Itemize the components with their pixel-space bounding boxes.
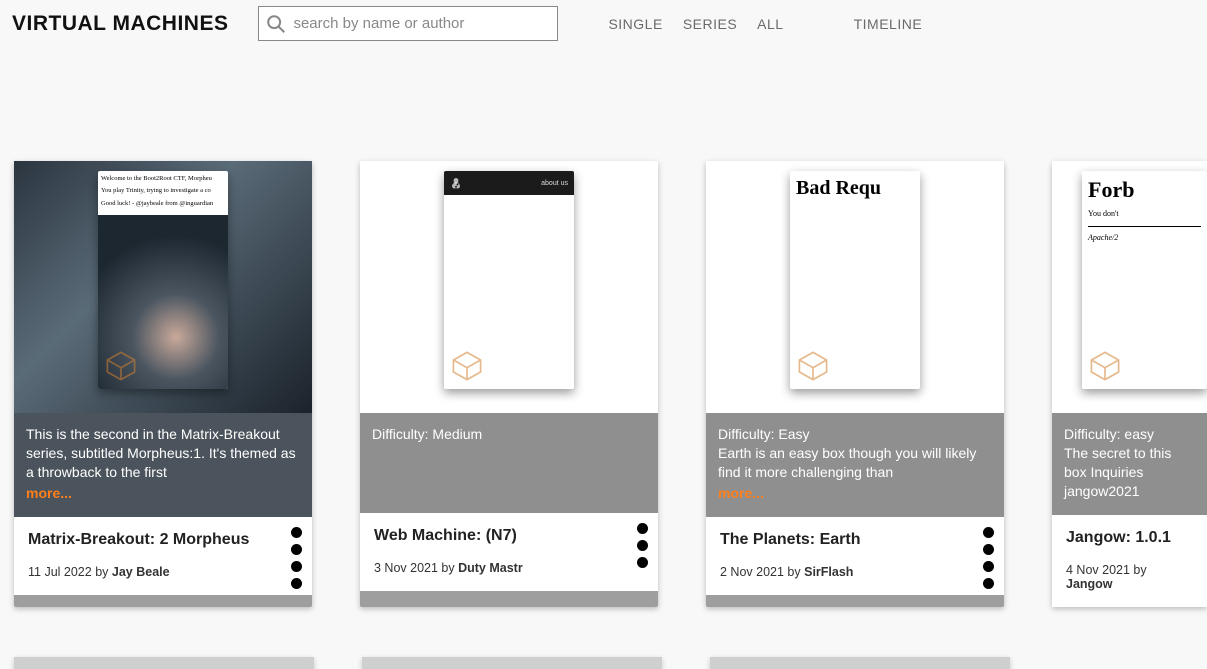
dot-icon [637, 557, 648, 568]
card-thumbnail: Forb You don't Apache/2 [1052, 161, 1207, 413]
card-description: Difficulty: Medium [360, 413, 658, 513]
vm-date: 3 Nov 2021 [374, 561, 438, 575]
inner-screenshot: Welcome to the Boot2Root CTF, Morpheu Yo… [98, 171, 228, 389]
difficulty-label: Difficulty: easy [1064, 426, 1154, 442]
difficulty-dots [983, 527, 994, 589]
nav-single[interactable]: SINGLE [608, 16, 662, 32]
inner-text-line: You play Trinity, trying to investigate … [98, 187, 228, 199]
search-box[interactable] [258, 6, 558, 41]
inner-nav-bar: about us [444, 171, 574, 195]
vm-author[interactable]: Duty Mastr [458, 561, 523, 575]
nav-series[interactable]: SERIES [683, 16, 737, 32]
card-thumbnail: about us [360, 161, 658, 413]
vm-author[interactable]: SirFlash [804, 565, 853, 579]
card-footer: Web Machine: (N7) 3 Nov 2021 by Duty Mas… [360, 513, 658, 591]
description-text: This is the second in the Matrix-Breakou… [26, 426, 296, 480]
inner-screenshot: about us [444, 171, 574, 389]
inner-subtext: You don't [1088, 209, 1201, 218]
inner-heading: Forb [1088, 177, 1201, 203]
dot-icon [983, 544, 994, 555]
header: VIRTUAL MACHINES SINGLE SERIES ALL TIMEL… [0, 0, 1207, 41]
dot-icon [983, 561, 994, 572]
vm-card-stub[interactable] [362, 657, 662, 669]
vm-date: 4 Nov 2021 [1066, 563, 1130, 577]
inner-screenshot: Forb You don't Apache/2 [1082, 171, 1207, 389]
card-grid: Welcome to the Boot2Root CTF, Morpheu Yo… [0, 41, 1207, 607]
dot-icon [291, 578, 302, 589]
dot-icon [291, 544, 302, 555]
vm-card[interactable]: about us Difficulty: Medium Web Machine:… [360, 161, 658, 607]
vm-meta: 2 Nov 2021 by SirFlash [720, 565, 990, 579]
page-title: VIRTUAL MACHINES [12, 12, 228, 36]
nav-timeline[interactable]: TIMELINE [854, 16, 923, 32]
search-icon [265, 13, 287, 35]
card-description: This is the second in the Matrix-Breakou… [14, 413, 312, 517]
vm-author[interactable]: Jay Beale [112, 565, 170, 579]
vulnhub-logo-icon [1088, 349, 1122, 383]
difficulty-label: Difficulty: Easy [718, 426, 810, 442]
difficulty-label: Difficulty: Medium [372, 426, 482, 442]
biohazard-icon [450, 177, 462, 189]
description-text: The secret to this box Inquiries jangow2… [1064, 445, 1171, 499]
vm-meta: 3 Nov 2021 by Duty Mastr [374, 561, 644, 575]
vm-card[interactable]: Bad Requ Difficulty: Easy Earth is an ea… [706, 161, 1004, 607]
card-thumbnail: Welcome to the Boot2Root CTF, Morpheu Yo… [14, 161, 312, 413]
more-link[interactable]: more... [26, 484, 72, 503]
vm-author[interactable]: Jangow [1066, 577, 1113, 591]
vm-title[interactable]: Web Machine: (N7) [374, 527, 644, 545]
vm-title[interactable]: Matrix-Breakout: 2 Morpheus [28, 531, 298, 549]
difficulty-dots [637, 523, 648, 568]
inner-divider [1088, 226, 1201, 227]
difficulty-dots [291, 527, 302, 589]
vm-title[interactable]: The Planets: Earth [720, 531, 990, 549]
nav-all[interactable]: ALL [757, 16, 783, 32]
dot-icon [637, 540, 648, 551]
more-link[interactable]: more... [718, 484, 764, 503]
vm-date: 11 Jul 2022 [28, 565, 92, 579]
description-text: Earth is an easy box though you will lik… [718, 445, 976, 480]
vm-card-stub[interactable] [710, 657, 1010, 669]
dot-icon [637, 523, 648, 534]
vm-date: 2 Nov 2021 [720, 565, 784, 579]
dot-icon [983, 527, 994, 538]
vm-card-stub[interactable] [14, 657, 314, 669]
vm-meta: 4 Nov 2021 by Jangow [1066, 563, 1193, 591]
nav: SINGLE SERIES ALL TIMELINE [608, 16, 922, 32]
card-footer: Matrix-Breakout: 2 Morpheus 11 Jul 2022 … [14, 517, 312, 595]
inner-text-line: Welcome to the Boot2Root CTF, Morpheu [98, 171, 228, 187]
dot-icon [291, 561, 302, 572]
vm-card[interactable]: Forb You don't Apache/2 Difficulty: easy… [1052, 161, 1207, 607]
inner-heading: Bad Requ [796, 177, 914, 200]
vm-card[interactable]: Welcome to the Boot2Root CTF, Morpheu Yo… [14, 161, 312, 607]
card-description: Difficulty: easy The secret to this box … [1052, 413, 1207, 515]
dot-icon [291, 527, 302, 538]
inner-apache-text: Apache/2 [1088, 233, 1201, 242]
next-row-peek [0, 607, 1207, 669]
card-thumbnail: Bad Requ [706, 161, 1004, 413]
vulnhub-logo-icon [450, 349, 484, 383]
inner-screenshot: Bad Requ [790, 171, 920, 389]
vm-title[interactable]: Jangow: 1.0.1 [1066, 529, 1193, 547]
card-footer: Jangow: 1.0.1 4 Nov 2021 by Jangow [1052, 515, 1207, 607]
card-description: Difficulty: Easy Earth is an easy box th… [706, 413, 1004, 517]
inner-nav-text: about us [541, 180, 568, 187]
vm-meta: 11 Jul 2022 by Jay Beale [28, 565, 298, 579]
vulnhub-logo-icon [796, 349, 830, 383]
vulnhub-logo-icon [104, 349, 138, 383]
search-input[interactable] [287, 11, 551, 36]
inner-text-line: Good luck! - @jaybeale from @inguardian [98, 200, 228, 212]
dot-icon [983, 578, 994, 589]
card-footer: The Planets: Earth 2 Nov 2021 by SirFlas… [706, 517, 1004, 595]
